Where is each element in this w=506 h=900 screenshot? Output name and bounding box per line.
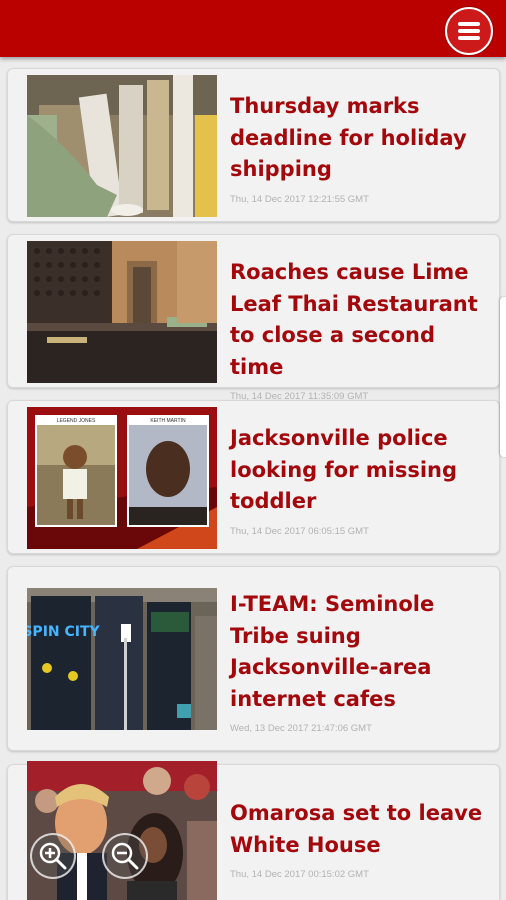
article-date: Wed, 13 Dec 2017 21:47:06 GMT xyxy=(230,723,372,734)
article-card[interactable]: Roaches cause Lime Leaf Thai Restaurant … xyxy=(7,234,500,402)
article-thumbnail xyxy=(27,75,217,217)
legend-jones-label: LEGEND JONES xyxy=(57,418,96,424)
app-bar xyxy=(0,0,506,57)
article-thumbnail: LEGEND JONES KEITH MARTIN xyxy=(27,407,217,549)
restaurant-thumbnail xyxy=(27,241,217,383)
article-headline[interactable]: I-TEAM: Seminole Tribe suing Jacksonvill… xyxy=(230,589,488,715)
hamburger-menu-icon xyxy=(458,22,480,40)
crowd-thumbnail xyxy=(27,761,217,900)
article-text: Omarosa set to leave White House Thu, 14… xyxy=(230,798,488,880)
police-photos-thumbnail: LEGEND JONES KEITH MARTIN xyxy=(27,407,217,549)
spin-city-sign: SPIN CITY xyxy=(27,624,101,640)
zoom-in-icon xyxy=(39,842,67,870)
zoom-out-icon xyxy=(111,842,139,870)
packages-thumbnail xyxy=(27,75,217,217)
article-date: Thu, 14 Dec 2017 12:21:55 GMT xyxy=(230,193,369,205)
zoom-out-button[interactable] xyxy=(102,833,148,879)
news-feed: Thursday marks deadline for holiday ship… xyxy=(0,57,506,900)
article-thumbnail: SPIN CITY xyxy=(27,588,217,730)
article-date: Thu, 14 Dec 2017 06:05:15 GMT xyxy=(230,525,369,537)
article-text: Roaches cause Lime Leaf Thai Restaurant … xyxy=(230,257,488,402)
article-thumbnail xyxy=(27,761,217,900)
internet-cafe-thumbnail: SPIN CITY xyxy=(27,588,217,730)
article-date: Thu, 14 Dec 2017 00:15:02 GMT xyxy=(230,869,369,880)
zoom-in-button[interactable] xyxy=(30,833,76,879)
article-card[interactable]: LEGEND JONES KEITH MARTIN Jacksonville p… xyxy=(7,400,500,554)
article-headline[interactable]: Omarosa set to leave White House xyxy=(230,798,488,861)
article-thumbnail xyxy=(27,241,217,383)
article-headline[interactable]: Roaches cause Lime Leaf Thai Restaurant … xyxy=(230,257,488,383)
article-headline[interactable]: Thursday marks deadline for holiday ship… xyxy=(230,91,488,186)
article-text: Jacksonville police looking for missing … xyxy=(230,423,488,537)
keith-martin-label: KEITH MARTIN xyxy=(150,418,186,424)
article-card[interactable]: Omarosa set to leave White House Thu, 14… xyxy=(7,761,500,900)
article-text: Thursday marks deadline for holiday ship… xyxy=(230,91,488,205)
article-headline[interactable]: Jacksonville police looking for missing … xyxy=(230,423,488,518)
article-card[interactable]: SPIN CITY I-TEAM: Seminole Tribe suing J… xyxy=(7,566,500,751)
article-card[interactable]: Thursday marks deadline for holiday ship… xyxy=(7,68,500,222)
menu-button[interactable] xyxy=(445,7,493,55)
article-text: I-TEAM: Seminole Tribe suing Jacksonvill… xyxy=(230,589,488,734)
side-drawer-handle[interactable] xyxy=(500,297,506,457)
